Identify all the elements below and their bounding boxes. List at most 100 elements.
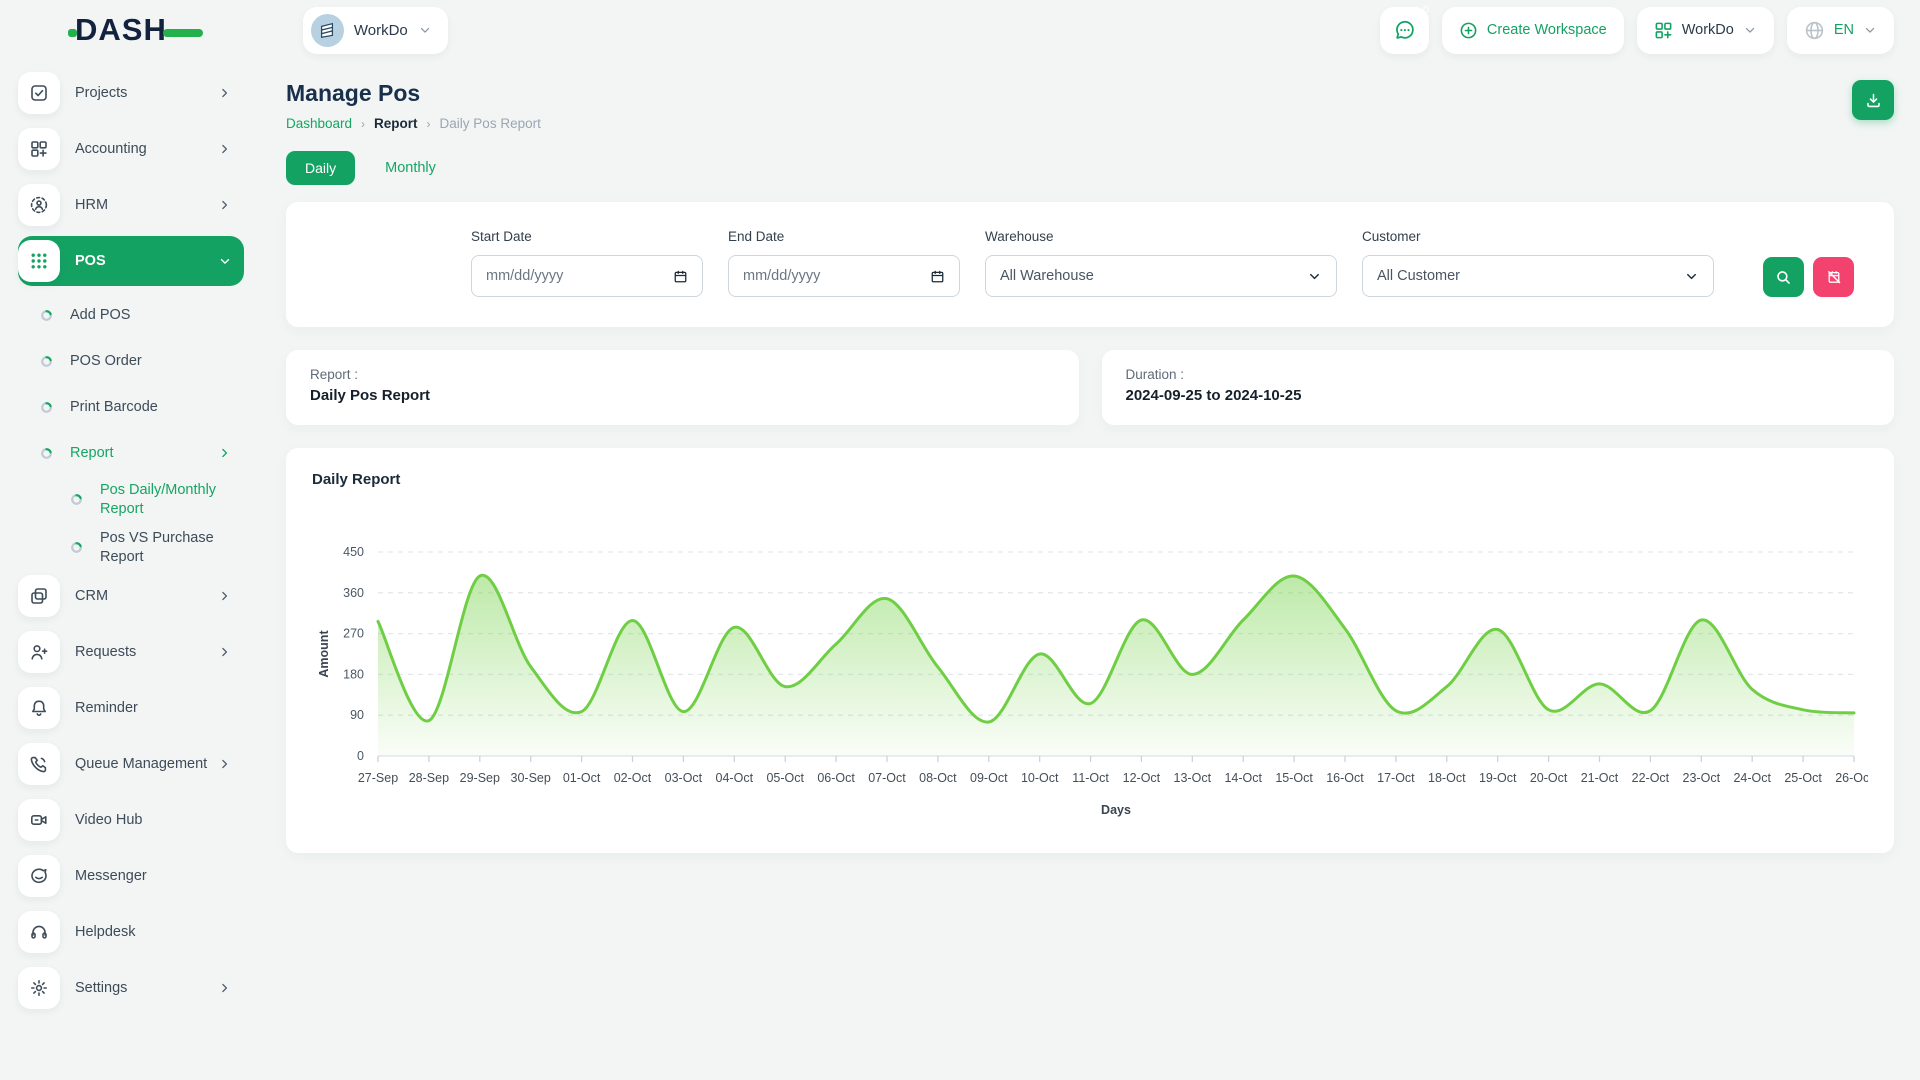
bullet-icon (40, 309, 54, 322)
start-date-label: Start Date (471, 229, 703, 244)
sidebar-item-queue-management[interactable]: Queue Management (18, 739, 244, 789)
x-axis-tick-label: 20-Oct (1530, 771, 1568, 785)
helpdesk-icon (18, 911, 60, 953)
video-hub-icon (18, 799, 60, 841)
language-selector[interactable]: EN (1787, 7, 1894, 54)
end-date-placeholder: mm/dd/yyyy (743, 268, 820, 284)
x-axis-tick-label: 30-Sep (511, 771, 551, 785)
sidebar-item-pos[interactable]: POS (18, 236, 244, 286)
x-axis-tick-label: 11-Oct (1072, 771, 1109, 785)
chevron-down-icon (418, 23, 432, 37)
sidebar-item-accounting[interactable]: Accounting (18, 124, 244, 174)
hrm-icon (18, 184, 60, 226)
sidebar-item-hrm[interactable]: HRM (18, 180, 244, 230)
company-menu-button[interactable]: WorkDo (1637, 7, 1774, 54)
sidebar-item-label: Accounting (75, 140, 218, 158)
breadcrumb-separator: › (361, 117, 365, 131)
sidebar-item-print-barcode[interactable]: Print Barcode (18, 384, 244, 430)
customer-select[interactable]: All Customer (1362, 255, 1714, 297)
x-axis-tick-label: 17-Oct (1377, 771, 1415, 785)
x-axis-tick-label: 12-Oct (1123, 771, 1161, 785)
x-axis-tick-label: 07-Oct (868, 771, 906, 785)
sidebar-item-pos-daily-monthly-report[interactable]: Pos Daily/Monthly Report (18, 476, 244, 524)
chevron-right-icon (218, 446, 232, 460)
chevron-down-icon (1863, 23, 1877, 37)
x-axis-tick-label: 16-Oct (1326, 771, 1364, 785)
accounting-icon (18, 128, 60, 170)
sidebar-item-add-pos[interactable]: Add POS (18, 292, 244, 338)
tab-daily[interactable]: Daily (286, 151, 355, 185)
clear-filter-icon (1826, 269, 1842, 285)
workspace-selector[interactable]: WorkDo (303, 7, 448, 54)
x-axis-tick-label: 24-Oct (1733, 771, 1771, 785)
bullet-icon (40, 401, 54, 414)
chevron-right-icon (218, 198, 232, 212)
y-axis-tick-label: 360 (343, 586, 364, 600)
breadcrumb-item-dashboard[interactable]: Dashboard (286, 116, 352, 131)
end-date-input[interactable]: mm/dd/yyyy (728, 255, 960, 297)
x-axis-tick-label: 23-Oct (1683, 771, 1721, 785)
sidebar-item-label: Add POS (70, 306, 244, 325)
sidebar-item-projects[interactable]: Projects (18, 68, 244, 118)
top-header: DASH WorkDo 0 Create Workspace WorkDo EN (0, 0, 1920, 60)
duration-summary-card: Duration : 2024-09-25 to 2024-10-25 (1102, 350, 1895, 425)
x-axis-tick-label: 28-Sep (409, 771, 449, 785)
messenger-icon (18, 855, 60, 897)
download-report-button[interactable] (1852, 80, 1894, 120)
sidebar-item-reminder[interactable]: Reminder (18, 683, 244, 733)
building-icon (318, 21, 336, 39)
sidebar-item-messenger[interactable]: Messenger (18, 851, 244, 901)
messages-button[interactable]: 0 (1380, 7, 1429, 54)
sidebar-item-video-hub[interactable]: Video Hub (18, 795, 244, 845)
breadcrumb-separator: › (427, 117, 431, 131)
sidebar-item-crm[interactable]: CRM (18, 571, 244, 621)
sidebar-item-report[interactable]: Report (18, 430, 244, 476)
sidebar-item-label: Report (70, 444, 218, 463)
chevron-right-icon (218, 645, 232, 659)
x-axis-tick-label: 25-Oct (1784, 771, 1822, 785)
chart-area-fill (378, 575, 1854, 756)
bullet-icon (70, 493, 84, 506)
y-axis-tick-label: 90 (350, 708, 364, 722)
pos-icon (18, 240, 60, 282)
language-label: EN (1834, 22, 1854, 38)
globe-icon (1804, 20, 1825, 41)
sidebar-item-helpdesk[interactable]: Helpdesk (18, 907, 244, 957)
create-workspace-button[interactable]: Create Workspace (1442, 7, 1624, 54)
sidebar-item-label: POS Order (70, 352, 244, 371)
y-axis-tick-label: 0 (357, 749, 364, 763)
plus-circle-icon (1459, 21, 1478, 40)
sidebar-item-label: Reminder (75, 699, 244, 717)
report-summary-card: Report : Daily Pos Report (286, 350, 1079, 425)
sidebar-item-label: Pos Daily/Monthly Report (100, 481, 244, 519)
download-icon (1865, 92, 1882, 109)
report-value: Daily Pos Report (310, 387, 1055, 404)
grid-plus-icon (1654, 21, 1673, 40)
sidebar-item-label: HRM (75, 196, 218, 214)
tab-monthly[interactable]: Monthly (385, 160, 436, 176)
duration-value: 2024-09-25 to 2024-10-25 (1126, 387, 1871, 404)
start-date-field: Start Date mm/dd/yyyy (471, 229, 703, 297)
crm-icon (18, 575, 60, 617)
x-axis-tick-label: 26-Oct (1835, 771, 1868, 785)
warehouse-select[interactable]: All Warehouse (985, 255, 1337, 297)
breadcrumb-item-report[interactable]: Report (374, 116, 418, 131)
sidebar-item-requests[interactable]: Requests (18, 627, 244, 677)
x-axis-tick-label: 01-Oct (563, 771, 601, 785)
sidebar-item-settings[interactable]: Settings (18, 963, 244, 1013)
x-axis-tick-label: 08-Oct (919, 771, 957, 785)
start-date-placeholder: mm/dd/yyyy (486, 268, 563, 284)
sidebar-item-label: Print Barcode (70, 398, 244, 417)
chevron-right-icon (218, 981, 232, 995)
search-button[interactable] (1763, 257, 1804, 297)
y-axis-title: Amount (317, 630, 331, 678)
settings-icon (18, 967, 60, 1009)
sidebar-item-pos-order[interactable]: POS Order (18, 338, 244, 384)
reset-filter-button[interactable] (1813, 257, 1854, 297)
x-axis-tick-label: 06-Oct (817, 771, 855, 785)
x-axis-tick-label: 13-Oct (1174, 771, 1212, 785)
sidebar-item-pos-vs-purchase-report[interactable]: Pos VS Purchase Report (18, 524, 244, 572)
x-axis-tick-label: 10-Oct (1021, 771, 1059, 785)
brand-logo[interactable]: DASH (68, 12, 203, 48)
start-date-input[interactable]: mm/dd/yyyy (471, 255, 703, 297)
